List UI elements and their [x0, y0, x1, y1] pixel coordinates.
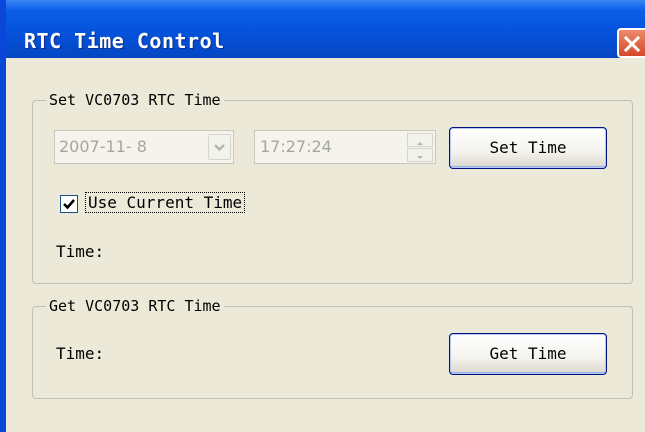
- date-dropdown-button[interactable]: [208, 134, 231, 160]
- set-time-label: Time:: [56, 242, 105, 261]
- get-time-label: Time:: [56, 344, 105, 363]
- chevron-down-icon: [214, 144, 225, 152]
- get-time-button[interactable]: Get Time: [449, 333, 607, 375]
- use-current-time-checkbox[interactable]: [60, 195, 78, 213]
- checkmark-icon: [63, 199, 75, 210]
- title-bar[interactable]: RTC Time Control: [6, 0, 645, 58]
- arrow-down-icon: [417, 156, 423, 159]
- close-button[interactable]: [617, 28, 645, 58]
- get-group-legend: Get VC0703 RTC Time: [46, 297, 224, 315]
- time-spin-down[interactable]: [407, 148, 433, 162]
- time-value: 17:27:24: [260, 137, 332, 156]
- window-title: RTC Time Control: [24, 29, 225, 53]
- time-spinner[interactable]: 17:27:24: [254, 130, 436, 164]
- date-picker[interactable]: 2007-11- 8: [54, 130, 234, 164]
- close-icon: [623, 35, 641, 53]
- set-group-legend: Set VC0703 RTC Time: [46, 91, 224, 109]
- use-current-time-label[interactable]: Use Current Time: [84, 192, 246, 213]
- time-spin-up[interactable]: [407, 133, 433, 147]
- date-value: 2007-11- 8: [59, 137, 147, 156]
- dialog-window: RTC Time Control Set VC0703 RTC Time 200…: [0, 0, 645, 432]
- set-time-button[interactable]: Set Time: [449, 127, 607, 169]
